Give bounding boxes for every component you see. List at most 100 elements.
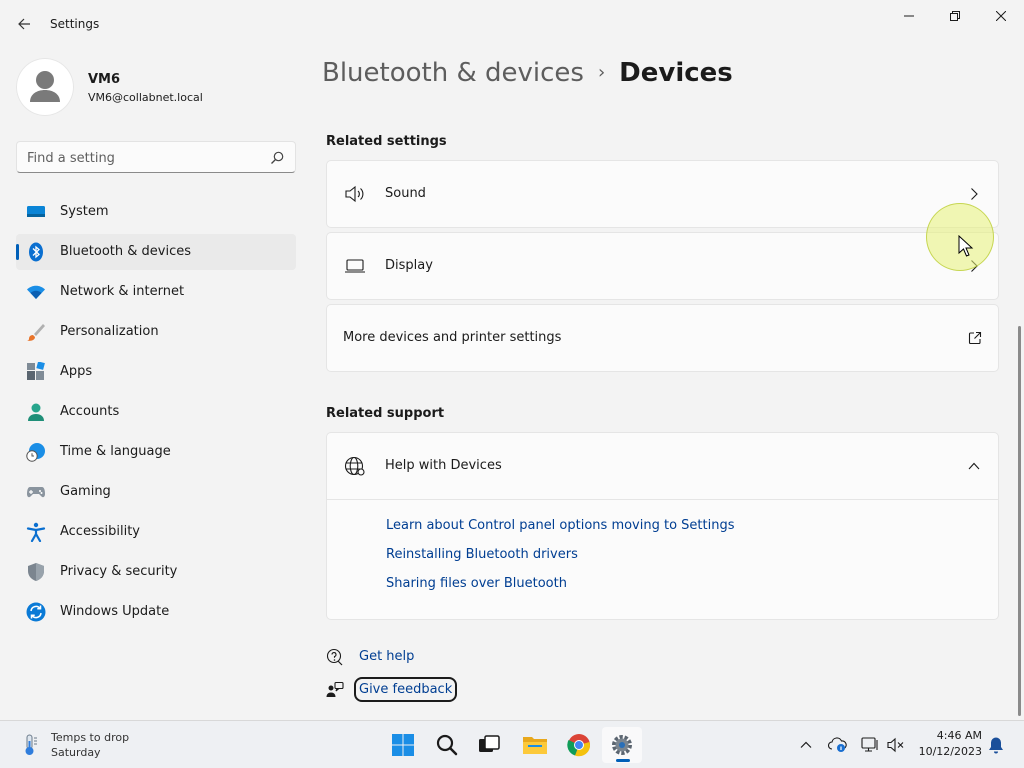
cloud-info-icon (828, 737, 847, 752)
title-bar: Settings (0, 0, 1024, 48)
chrome-button[interactable] (559, 727, 599, 763)
sidebar-nav: System Bluetooth & devices Network & int… (16, 194, 296, 634)
sidebar-item-bluetooth[interactable]: Bluetooth & devices (16, 234, 296, 270)
related-settings-title: Related settings (326, 134, 447, 149)
restore-button[interactable] (932, 0, 978, 32)
chrome-icon (567, 734, 590, 757)
display-card[interactable]: Display (326, 232, 999, 300)
gear-icon (612, 735, 632, 755)
weather-subtitle: Saturday (51, 746, 101, 759)
mouse-cursor-icon (958, 235, 974, 257)
support-link-bluetooth-drivers[interactable]: Reinstalling Bluetooth drivers (386, 547, 998, 576)
user-email: VM6@collabnet.local (88, 91, 203, 104)
sidebar-item-gaming[interactable]: Gaming (16, 474, 296, 510)
display-row[interactable]: Display (327, 233, 998, 299)
printer-settings-row[interactable]: More devices and printer settings (327, 305, 998, 371)
restore-icon (950, 11, 960, 21)
bell-icon (989, 737, 1003, 754)
apps-icon (27, 362, 45, 380)
search-box[interactable] (16, 141, 296, 173)
sidebar-item-label: Time & language (60, 444, 171, 459)
printer-settings-label: More devices and printer settings (343, 330, 562, 345)
volume-tray-icon[interactable] (886, 735, 906, 755)
accessibility-icon (26, 522, 46, 542)
sidebar-item-label: Privacy & security (60, 564, 178, 579)
file-explorer-button[interactable] (515, 727, 555, 763)
folder-icon (523, 737, 547, 754)
taskbar-search-button[interactable] (427, 727, 467, 763)
globe-icon (344, 456, 365, 476)
back-button[interactable] (12, 12, 36, 36)
give-feedback-label[interactable]: Give feedback (353, 677, 458, 702)
sound-row[interactable]: Sound (327, 161, 998, 227)
sidebar-item-label: System (60, 204, 109, 219)
breadcrumb-parent[interactable]: Bluetooth & devices (322, 58, 584, 88)
clock-time: 4:46 AM (936, 729, 982, 742)
monitor-icon (345, 259, 365, 273)
speaker-icon (345, 185, 364, 203)
search-input[interactable] (27, 148, 267, 168)
help-expander-body: Learn about Control panel options moving… (327, 499, 998, 619)
sound-card[interactable]: Sound (326, 160, 999, 228)
chevron-up-icon (968, 462, 980, 470)
minimize-button[interactable] (886, 0, 932, 32)
system-icon (27, 206, 45, 217)
related-support-title: Related support (326, 406, 445, 421)
display-label: Display (385, 258, 433, 273)
scrollbar[interactable] (1018, 326, 1021, 716)
sidebar-item-time-language[interactable]: Time & language (16, 434, 296, 470)
speaker-muted-icon (887, 737, 904, 753)
tray-overflow-button[interactable] (796, 735, 816, 755)
taskbar-clock[interactable]: 4:46 AM 10/12/2023 (914, 728, 982, 760)
page-title: Devices (619, 58, 733, 88)
clock-date: 10/12/2023 (918, 745, 982, 758)
sidebar-item-label: Windows Update (60, 604, 170, 619)
close-button[interactable] (978, 0, 1024, 32)
printer-settings-card[interactable]: More devices and printer settings (326, 304, 999, 372)
sidebar-item-accounts[interactable]: Accounts (16, 394, 296, 430)
sidebar-item-label: Gaming (60, 484, 111, 499)
close-icon (996, 11, 1006, 21)
notifications-button[interactable] (986, 735, 1006, 755)
task-view-button[interactable] (469, 727, 509, 763)
arrow-left-icon (18, 18, 30, 30)
settings-app-button[interactable] (602, 727, 642, 763)
sidebar-item-label: Network & internet (60, 284, 185, 299)
sidebar-item-label: Accounts (60, 404, 120, 419)
windows-logo-icon (392, 734, 414, 756)
start-button[interactable] (383, 727, 423, 763)
get-help-label[interactable]: Get help (359, 649, 414, 664)
shield-icon (28, 563, 44, 581)
sidebar-item-label: Bluetooth & devices (60, 244, 191, 259)
search-icon (436, 734, 458, 756)
sidebar-item-accessibility[interactable]: Accessibility (16, 514, 296, 550)
weather-title: Temps to drop (51, 731, 130, 744)
help-expander-header[interactable]: Help with Devices (327, 433, 998, 499)
avatar (16, 58, 74, 116)
thermometer-icon (25, 734, 37, 755)
help-chat-icon (326, 648, 343, 666)
gamepad-icon (27, 487, 45, 498)
sidebar-item-apps[interactable]: Apps (16, 354, 296, 390)
feedback-icon (326, 681, 344, 697)
search-icon (271, 151, 284, 164)
sidebar-item-network[interactable]: Network & internet (16, 274, 296, 310)
sidebar-item-label: Apps (60, 364, 93, 379)
taskbar: Temps to drop Saturday 4:46 AM 10/12/202… (0, 720, 1024, 768)
sidebar-item-personalization[interactable]: Personalization (16, 314, 296, 350)
sidebar-item-label: Personalization (60, 324, 159, 339)
help-expander-label: Help with Devices (385, 458, 502, 473)
sidebar-item-system[interactable]: System (16, 194, 296, 230)
sound-label: Sound (385, 186, 426, 201)
sidebar-item-label: Accessibility (60, 524, 140, 539)
minimize-icon (904, 15, 914, 17)
support-link-control-panel[interactable]: Learn about Control panel options moving… (386, 518, 998, 547)
network-tray-icon[interactable] (860, 735, 880, 755)
sidebar-item-privacy-security[interactable]: Privacy & security (16, 554, 296, 590)
network-icon (861, 737, 878, 752)
task-view-icon (479, 735, 500, 752)
support-link-sharing-files[interactable]: Sharing files over Bluetooth (386, 576, 998, 605)
user-name: VM6 (88, 72, 121, 87)
sidebar-item-windows-update[interactable]: Windows Update (16, 594, 296, 630)
onedrive-tray-icon[interactable] (828, 735, 848, 755)
